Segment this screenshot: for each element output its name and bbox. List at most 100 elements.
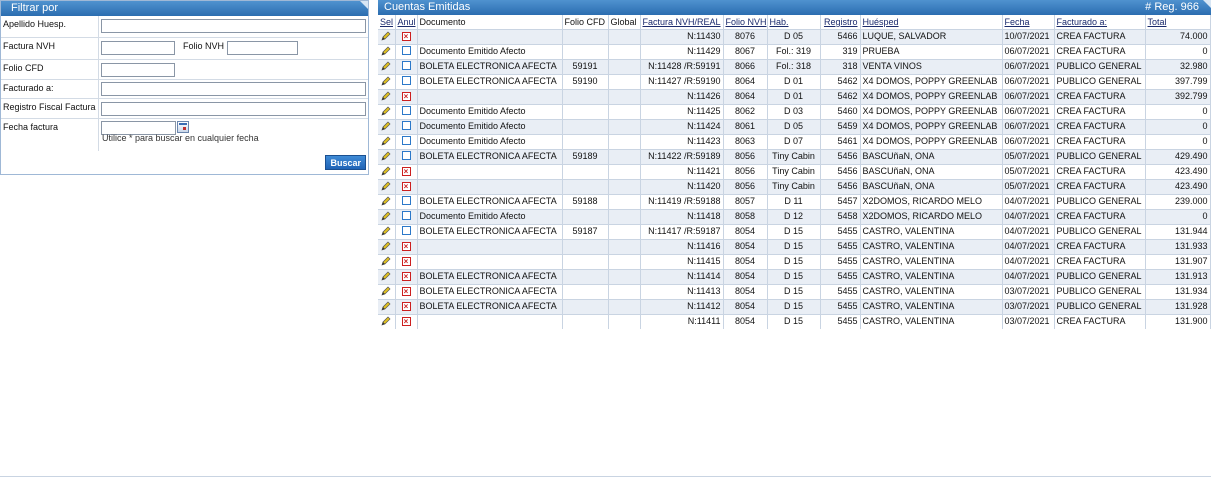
column-header-label[interactable]: Huésped — [863, 17, 899, 27]
empty-checkbox-icon[interactable] — [401, 135, 411, 145]
table-row[interactable]: BOLETA ELECTRONICA AFECTA 59190 N:11427 /R… — [378, 73, 1211, 89]
column-header[interactable]: Factura NVH/REAL — [640, 15, 724, 29]
empty-checkbox-icon[interactable] — [401, 210, 411, 220]
table-row[interactable]: Documento Emitido Afecto N:11423 8063 D 07 5… — [378, 133, 1211, 149]
select-cell[interactable] — [378, 178, 396, 194]
red-x-checkbox-icon[interactable]: × — [401, 301, 411, 311]
anul-cell[interactable] — [395, 73, 418, 89]
pencil-icon[interactable] — [381, 166, 391, 178]
red-x-checkbox-icon[interactable]: × — [401, 316, 411, 326]
select-cell[interactable] — [378, 298, 396, 314]
table-row[interactable]: × BOLETA ELECTRONICA AFECTA N:11413 8054 D 1… — [378, 283, 1211, 299]
anul-cell[interactable] — [395, 43, 418, 59]
empty-checkbox-icon[interactable] — [401, 105, 411, 115]
table-row[interactable]: × BOLETA ELECTRONICA AFECTA N:11414 8054 D 1… — [378, 268, 1211, 284]
column-header-label[interactable]: Sel — [380, 17, 393, 27]
select-cell[interactable] — [378, 313, 396, 329]
select-cell[interactable] — [378, 133, 396, 149]
table-row[interactable]: × N:11421 8056 Tiny Cabin 5456 BASCUñaN, ONA 0… — [378, 163, 1211, 179]
table-row[interactable]: × N:11411 8054 D 15 5455 CASTRO, VALENTINA 03/… — [378, 313, 1211, 329]
anul-cell[interactable]: × — [395, 238, 418, 254]
pencil-icon[interactable] — [381, 241, 391, 253]
table-row[interactable]: Documento Emitido Afecto N:11425 8062 D 03 5… — [378, 103, 1211, 119]
select-cell[interactable] — [378, 148, 396, 164]
column-header[interactable]: Anul — [395, 15, 418, 29]
table-row[interactable]: × BOLETA ELECTRONICA AFECTA N:11412 8054 D 1… — [378, 298, 1211, 314]
table-row[interactable]: × N:11416 8054 D 15 5455 CASTRO, VALENTINA 04/… — [378, 238, 1211, 254]
anul-cell[interactable]: × — [395, 283, 418, 299]
pencil-icon[interactable] — [381, 316, 391, 328]
pencil-icon[interactable] — [381, 106, 391, 118]
empty-checkbox-icon[interactable] — [401, 150, 411, 160]
anul-cell[interactable] — [395, 148, 418, 164]
red-x-checkbox-icon[interactable]: × — [401, 31, 411, 41]
column-header-label[interactable]: Factura NVH/REAL — [643, 17, 721, 27]
pencil-icon[interactable] — [381, 286, 391, 298]
anul-cell[interactable]: × — [395, 163, 418, 179]
pencil-icon[interactable] — [381, 301, 391, 313]
column-header-label[interactable]: Anul — [398, 17, 416, 27]
column-header-label[interactable]: Fecha — [1005, 17, 1030, 27]
pencil-icon[interactable] — [381, 121, 391, 133]
select-cell[interactable] — [378, 118, 396, 134]
column-header[interactable]: Total — [1145, 15, 1211, 29]
pencil-icon[interactable] — [381, 271, 391, 283]
anul-cell[interactable]: × — [395, 298, 418, 314]
anul-cell[interactable] — [395, 223, 418, 239]
select-cell[interactable] — [378, 28, 396, 44]
select-cell[interactable] — [378, 163, 396, 179]
column-header-label[interactable]: Folio NVH — [726, 17, 767, 27]
red-x-checkbox-icon[interactable]: × — [401, 286, 411, 296]
bottom-scroll-bar[interactable] — [0, 476, 1211, 486]
anul-cell[interactable] — [395, 58, 418, 74]
column-header[interactable]: Sel — [378, 15, 396, 29]
select-cell[interactable] — [378, 88, 396, 104]
select-cell[interactable] — [378, 238, 396, 254]
anul-cell[interactable] — [395, 118, 418, 134]
select-cell[interactable] — [378, 268, 396, 284]
red-x-checkbox-icon[interactable]: × — [401, 166, 411, 176]
empty-checkbox-icon[interactable] — [401, 45, 411, 55]
column-header-label[interactable]: Registro — [824, 17, 858, 27]
empty-checkbox-icon[interactable] — [401, 225, 411, 235]
pencil-icon[interactable] — [381, 256, 391, 268]
column-header-label[interactable]: Hab. — [770, 17, 789, 27]
column-header[interactable]: Facturado a: — [1054, 15, 1146, 29]
select-cell[interactable] — [378, 193, 396, 209]
table-row[interactable]: BOLETA ELECTRONICA AFECTA 59191 N:11428 /R… — [378, 58, 1211, 74]
select-cell[interactable] — [378, 58, 396, 74]
empty-checkbox-icon[interactable] — [401, 120, 411, 130]
pencil-icon[interactable] — [381, 211, 391, 223]
table-row[interactable]: BOLETA ELECTRONICA AFECTA 59187 N:11417 /R… — [378, 223, 1211, 239]
calendar-icon[interactable] — [177, 121, 189, 133]
select-cell[interactable] — [378, 103, 396, 119]
table-row[interactable]: Documento Emitido Afecto N:11424 8061 D 05 5… — [378, 118, 1211, 134]
column-header-label[interactable]: Total — [1148, 17, 1167, 27]
column-header-label[interactable]: Facturado a: — [1057, 17, 1108, 27]
pencil-icon[interactable] — [381, 196, 391, 208]
column-header[interactable]: Registro — [820, 15, 861, 29]
pencil-icon[interactable] — [381, 46, 391, 58]
pencil-icon[interactable] — [381, 76, 391, 88]
pencil-icon[interactable] — [381, 226, 391, 238]
table-row[interactable]: BOLETA ELECTRONICA AFECTA 59189 N:11422 /R… — [378, 148, 1211, 164]
anul-cell[interactable]: × — [395, 313, 418, 329]
folio-nvh-input[interactable] — [227, 41, 298, 55]
empty-checkbox-icon[interactable] — [401, 60, 411, 70]
column-header[interactable]: Hab. — [767, 15, 821, 29]
apellido-input[interactable] — [101, 19, 366, 33]
anul-cell[interactable]: × — [395, 253, 418, 269]
pencil-icon[interactable] — [381, 136, 391, 148]
factura-nvh-input[interactable] — [101, 41, 175, 55]
pencil-icon[interactable] — [381, 31, 391, 43]
column-header[interactable]: Huésped — [860, 15, 1003, 29]
select-cell[interactable] — [378, 43, 396, 59]
anul-cell[interactable] — [395, 103, 418, 119]
red-x-checkbox-icon[interactable]: × — [401, 241, 411, 251]
table-row[interactable]: × N:11415 8054 D 15 5455 CASTRO, VALENTINA 04/… — [378, 253, 1211, 269]
table-row[interactable]: × N:11430 8076 D 05 5466 LUQUE, SALVADOR 10/07… — [378, 28, 1211, 44]
red-x-checkbox-icon[interactable]: × — [401, 271, 411, 281]
red-x-checkbox-icon[interactable]: × — [401, 256, 411, 266]
table-row[interactable]: BOLETA ELECTRONICA AFECTA 59188 N:11419 /R… — [378, 193, 1211, 209]
registro-fiscal-input[interactable] — [101, 102, 366, 116]
